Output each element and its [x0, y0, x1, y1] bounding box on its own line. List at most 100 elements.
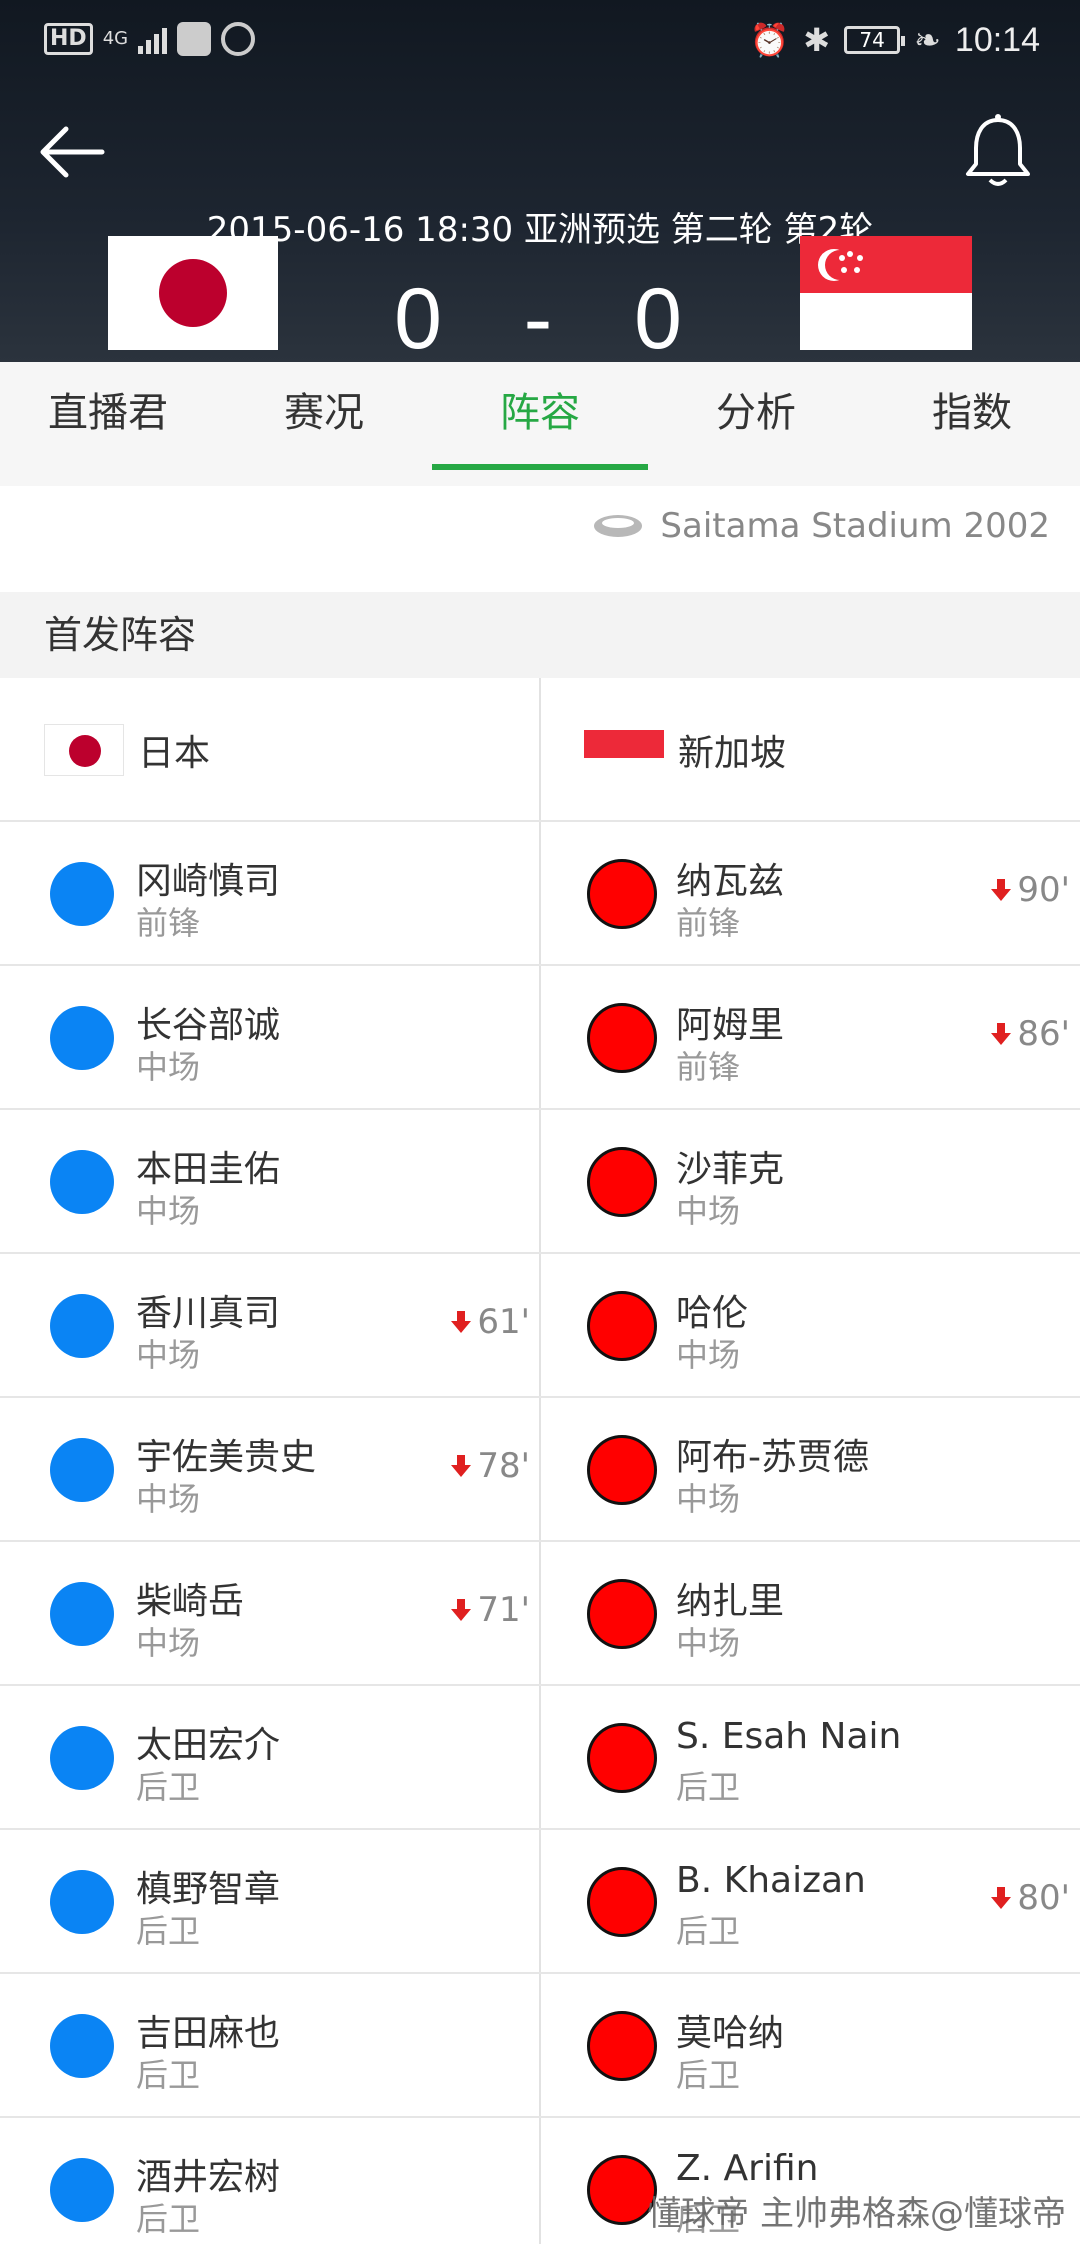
substitution-minute: 61' [477, 1302, 530, 1342]
player-avatar [587, 2011, 657, 2081]
fifa-app-icon [177, 22, 212, 56]
home-player[interactable]: 宇佐美贵史 中场 78' [0, 1398, 540, 1542]
tab-analysis[interactable]: 分析 [648, 362, 864, 486]
player-name: 长谷部诚 [136, 1005, 281, 1046]
player-name: 柴崎岳 [136, 1581, 245, 1622]
substitution-badge: 78' [449, 1446, 530, 1486]
player-avatar [587, 1867, 657, 1937]
player-avatar [50, 862, 114, 926]
player-avatar [50, 1006, 114, 1070]
player-position: 前锋 [676, 904, 741, 942]
player-name: 宇佐美贵史 [136, 1437, 317, 1478]
tab-lineup[interactable]: 阵容 [432, 362, 648, 486]
player-name: 纳瓦兹 [676, 861, 785, 902]
home-player[interactable]: 本田圭佑 中场 [0, 1110, 540, 1254]
home-player[interactable]: 槙野智章 后卫 [0, 1830, 540, 1974]
home-player[interactable]: 香川真司 中场 61' [0, 1254, 540, 1398]
player-avatar [50, 1582, 114, 1646]
venue-name: Saitama Stadium 2002 [660, 506, 1050, 546]
status-bar: HD 4G ⏰ ✱ 74 ❧ 10:14 [0, 0, 1080, 86]
away-player[interactable]: 沙菲克 中场 [540, 1110, 1080, 1254]
player-position: 中场 [136, 1624, 201, 1662]
player-avatar [50, 2014, 114, 2078]
bell-icon[interactable] [962, 112, 1034, 192]
singapore-flag-icon [584, 730, 664, 758]
clock: 10:14 [954, 20, 1040, 59]
player-name: 本田圭佑 [136, 1149, 281, 1190]
home-player[interactable]: 柴崎岳 中场 71' [0, 1542, 540, 1686]
player-position: 前锋 [676, 1048, 741, 1086]
substitution-minute: 90' [1017, 870, 1070, 910]
player-position: 后卫 [136, 2056, 201, 2094]
away-team-name: 新加坡 [678, 733, 787, 774]
singapore-flag [800, 236, 972, 350]
player-name: 莫哈纳 [676, 2013, 785, 2054]
player-position: 中场 [136, 1480, 201, 1518]
away-player[interactable]: B. Khaizan 后卫 80' [540, 1830, 1080, 1974]
score-separator: - [523, 271, 557, 367]
score-away: 0 [634, 271, 686, 367]
tab-odds[interactable]: 指数 [864, 362, 1080, 486]
home-team-name: 日本 [138, 733, 211, 774]
away-player[interactable]: 哈伦 中场 [540, 1254, 1080, 1398]
battery-icon: 74 [844, 26, 906, 54]
home-team: 日本 [44, 678, 210, 822]
player-avatar [587, 1147, 657, 1217]
player-name: Z. Arifin [676, 2148, 819, 2189]
player-name: 阿姆里 [676, 1005, 785, 1046]
player-name: 酒井宏树 [136, 2157, 281, 2198]
player-position: 后卫 [676, 1912, 741, 1950]
player-name: 槙野智章 [136, 1869, 281, 1910]
back-arrow-icon[interactable] [36, 116, 108, 188]
home-player[interactable]: 太田宏介 后卫 [0, 1686, 540, 1830]
venue-bar: Saitama Stadium 2002 [0, 486, 1080, 592]
away-player[interactable]: 阿布-苏贾德 中场 [540, 1398, 1080, 1542]
away-player[interactable]: 纳瓦兹 前锋 90' [540, 822, 1080, 966]
player-position: 中场 [676, 1624, 741, 1662]
bluetooth-icon: ✱ [803, 21, 831, 59]
home-player[interactable]: 冈崎慎司 前锋 [0, 822, 540, 966]
player-name: 太田宏介 [136, 1725, 281, 1766]
away-team: 新加坡 [584, 678, 786, 822]
player-position: 后卫 [676, 2056, 741, 2094]
substitution-minute: 71' [477, 1590, 530, 1630]
away-player[interactable]: 莫哈纳 后卫 [540, 1974, 1080, 2118]
player-name: 冈崎慎司 [136, 861, 281, 902]
tab-bar: 直播君 赛况 阵容 分析 指数 [0, 362, 1080, 486]
lineup-row: 柴崎岳 中场 71' 纳扎里 中场 [0, 1542, 1080, 1686]
tab-live[interactable]: 直播君 [0, 362, 216, 486]
lineup-row: 冈崎慎司 前锋 纳瓦兹 前锋 90' [0, 822, 1080, 966]
lineup-row: 宇佐美贵史 中场 78' 阿布-苏贾德 中场 [0, 1398, 1080, 1542]
substitution-badge: 86' [989, 1014, 1070, 1054]
home-player[interactable]: 酒井宏树 后卫 [0, 2118, 540, 2244]
player-position: 前锋 [136, 904, 201, 942]
away-player[interactable]: S. Esah Nain 后卫 [540, 1686, 1080, 1830]
player-name: 纳扎里 [676, 1581, 785, 1622]
player-name: B. Khaizan [676, 1860, 866, 1901]
tab-match-status[interactable]: 赛况 [216, 362, 432, 486]
score: 0-0 [300, 270, 780, 369]
sub-out-arrow-icon [451, 1311, 472, 1333]
player-name: 香川真司 [136, 1293, 281, 1334]
lineup-table: 日本 新加坡 冈崎慎司 前锋 纳瓦兹 前锋 90' 长谷部诚 中场 阿姆里 前锋 86' 本田圭佑中… [0, 678, 1080, 2244]
team-header-row: 日本 新加坡 [0, 678, 1080, 822]
home-player[interactable]: 吉田麻也 后卫 [0, 1974, 540, 2118]
player-avatar [50, 1294, 114, 1358]
player-avatar [50, 2158, 114, 2222]
watermark: 懂球帝 主帅弗格森@懂球帝 [647, 2194, 1066, 2234]
home-player[interactable]: 长谷部诚 中场 [0, 966, 540, 1110]
player-position: 中场 [136, 1336, 201, 1374]
away-player[interactable]: 纳扎里 中场 [540, 1542, 1080, 1686]
substitution-minute: 78' [477, 1446, 530, 1486]
signal-icon [138, 24, 168, 54]
player-avatar [587, 1291, 657, 1361]
player-avatar [50, 1870, 114, 1934]
player-position: 后卫 [676, 1768, 741, 1806]
substitution-badge: 80' [989, 1878, 1070, 1918]
hd-icon: HD [44, 23, 93, 55]
substitution-minute: 86' [1017, 1014, 1070, 1054]
japan-flag [108, 236, 278, 350]
substitution-badge: 71' [449, 1590, 530, 1630]
away-player[interactable]: 阿姆里 前锋 86' [540, 966, 1080, 1110]
player-avatar [50, 1726, 114, 1790]
